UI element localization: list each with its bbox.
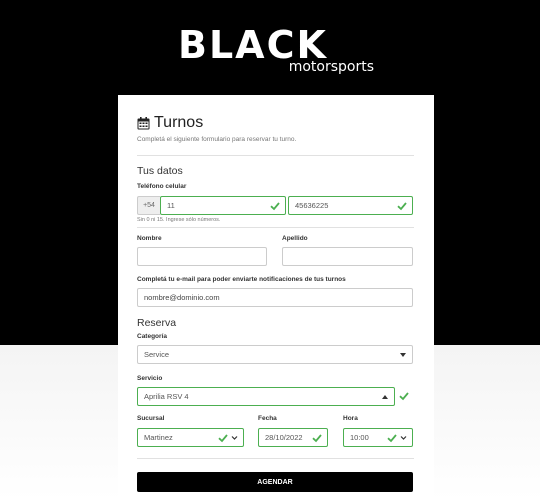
check-icon — [270, 201, 280, 210]
last-name-label: Apellido — [282, 235, 308, 242]
category-value: Service — [144, 350, 170, 359]
time-select[interactable]: 10:00 — [343, 428, 413, 447]
brand-logo-tagline: motorsports — [288, 59, 374, 75]
phone-help-text: Sin 0 ni 15. Ingrese sólo números. — [137, 217, 221, 223]
divider — [137, 458, 414, 459]
first-name-input[interactable] — [137, 247, 267, 266]
caret-down-icon — [400, 352, 406, 357]
section-title-reserva: Reserva — [137, 317, 177, 329]
service-select[interactable]: Aprilia RSV 4 — [137, 387, 395, 406]
divider — [137, 227, 414, 228]
check-icon — [399, 392, 409, 401]
date-label: Fecha — [258, 415, 277, 422]
form-header: Turnos — [137, 114, 203, 132]
check-icon — [312, 433, 322, 442]
email-input[interactable]: nombre@dominio.com — [137, 288, 413, 307]
branch-value: Martinez — [144, 433, 173, 442]
service-value: Aprilia RSV 4 — [144, 392, 189, 401]
category-label: Categoría — [137, 333, 167, 340]
time-value: 10:00 — [350, 433, 369, 442]
date-input[interactable]: 28/10/2022 — [258, 428, 328, 447]
chevron-down-icon — [400, 436, 407, 440]
phone-prefix: +54 — [137, 196, 160, 215]
last-name-input[interactable] — [282, 247, 413, 266]
check-icon — [387, 433, 397, 442]
branch-label: Sucursal — [137, 415, 165, 422]
submit-button[interactable]: AGENDAR — [137, 472, 413, 492]
page-title: Turnos — [154, 114, 204, 131]
branch-select[interactable]: Martinez — [137, 428, 244, 447]
booking-form-card: Turnos Completá el siguiente formulario … — [118, 95, 434, 500]
phone-number-input[interactable]: 45636225 — [288, 196, 413, 215]
phone-number-value: 45636225 — [295, 201, 329, 210]
divider — [137, 155, 414, 156]
category-select[interactable]: Service — [137, 345, 413, 364]
phone-area-value: 11 — [167, 201, 175, 210]
calendar-icon — [137, 116, 150, 129]
form-subtitle: Completá el siguiente formulario para re… — [137, 136, 297, 143]
caret-up-icon — [382, 394, 388, 399]
service-label: Servicio — [137, 375, 163, 382]
chevron-down-icon — [231, 436, 238, 440]
time-label: Hora — [343, 415, 358, 422]
section-title-datos: Tus datos — [137, 165, 183, 177]
first-name-label: Nombre — [137, 235, 162, 242]
email-placeholder: nombre@dominio.com — [144, 293, 220, 302]
phone-label: Teléfono celular — [137, 183, 187, 190]
check-icon — [397, 201, 407, 210]
brand-logo: BLACK motorsports — [178, 26, 374, 76]
check-icon — [218, 433, 228, 442]
phone-area-input[interactable]: 11 — [160, 196, 286, 215]
date-value: 28/10/2022 — [265, 433, 303, 442]
email-label: Completá tu e-mail para poder enviarte n… — [137, 276, 346, 283]
